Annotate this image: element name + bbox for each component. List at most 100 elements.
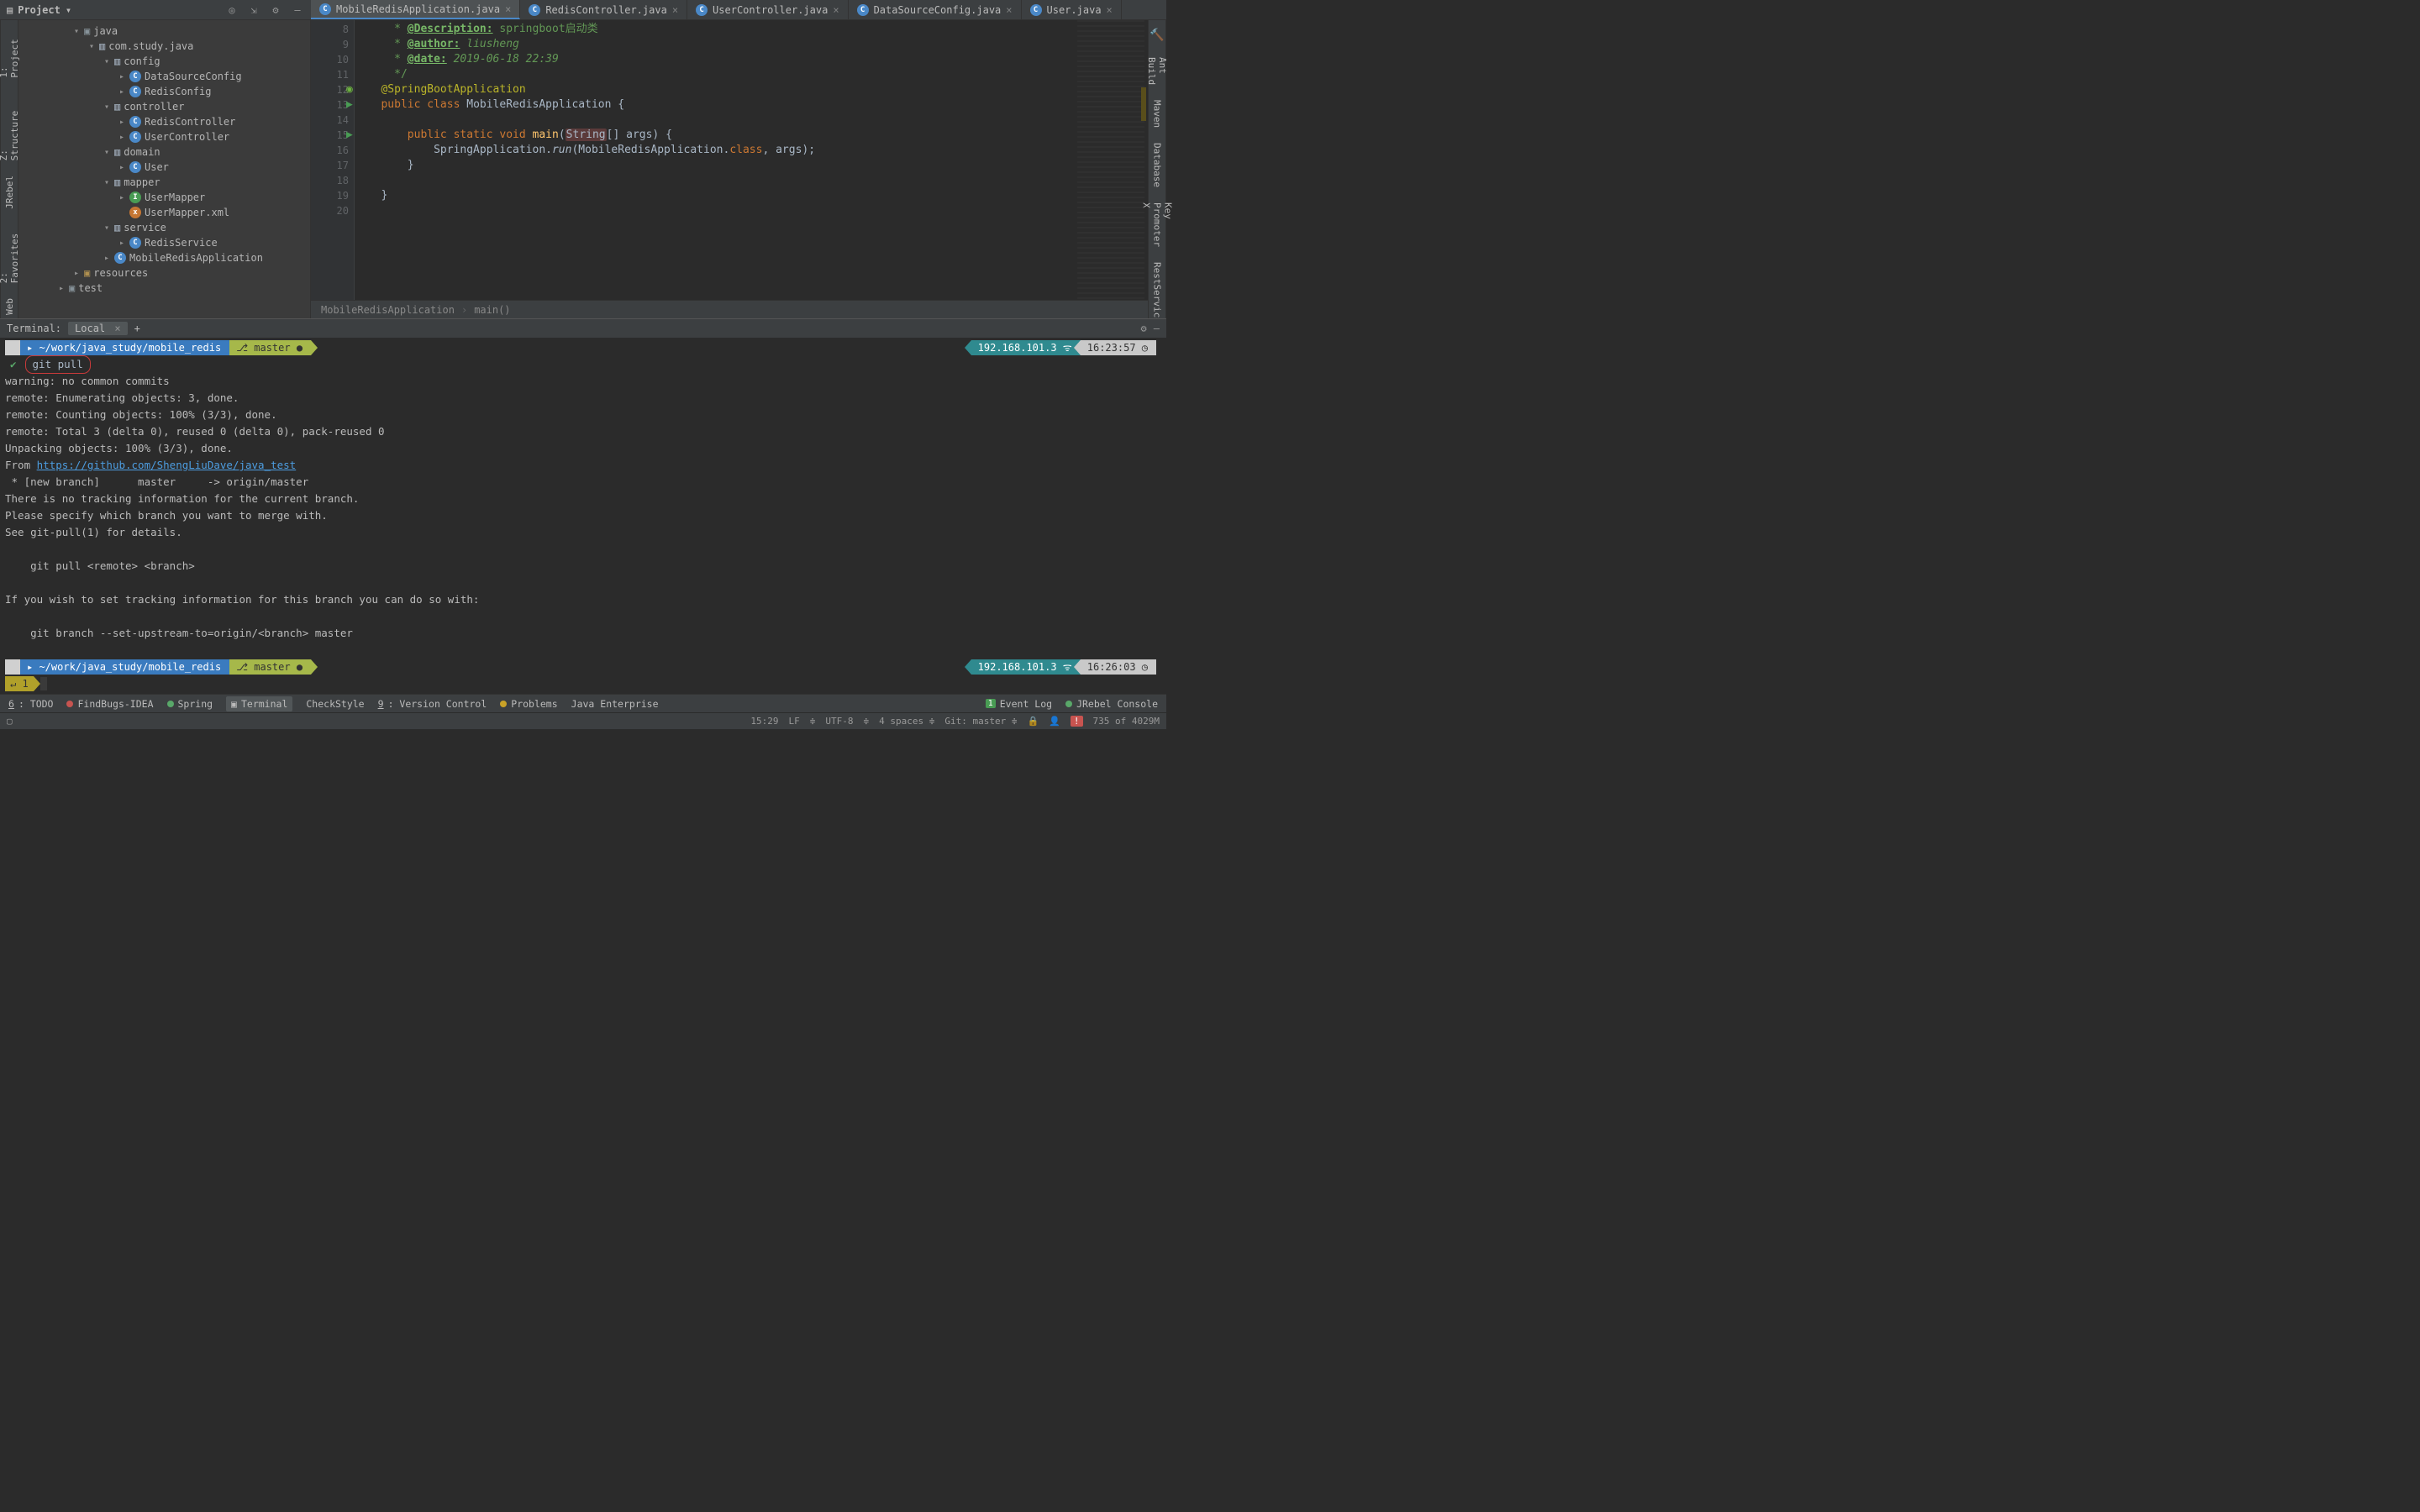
editor-tab[interactable]: CDataSourceConfig.java× xyxy=(849,0,1022,19)
bottom-tool-item[interactable]: 9: Version Control xyxy=(378,698,487,710)
close-icon[interactable]: × xyxy=(505,3,511,15)
tree-arrow-icon[interactable]: ▾ xyxy=(87,42,96,51)
status-position[interactable]: 15:29 xyxy=(750,716,778,727)
tree-item[interactable]: xUserMapper.xml xyxy=(18,205,310,220)
editor-tab[interactable]: CRedisController.java× xyxy=(520,0,687,19)
tree-item[interactable]: ▾▣java xyxy=(18,24,310,39)
strip-maven[interactable]: Maven xyxy=(1152,97,1163,131)
add-terminal-button[interactable]: + xyxy=(134,323,140,334)
tree-arrow-icon[interactable]: ▾ xyxy=(103,102,111,112)
tree-arrow-icon[interactable]: ▸ xyxy=(103,254,111,263)
bottom-tool-item[interactable]: 1Event Log xyxy=(986,698,1052,710)
bottom-tool-item[interactable]: CheckStyle xyxy=(306,698,364,710)
tree-item[interactable]: ▸CRedisConfig xyxy=(18,84,310,99)
breadcrumb-class[interactable]: MobileRedisApplication xyxy=(321,304,455,316)
tree-arrow-icon[interactable]: ▾ xyxy=(72,27,81,36)
inspect-icon[interactable]: 👤 xyxy=(1049,716,1060,727)
terminal-tab[interactable]: Local × xyxy=(68,322,128,335)
tree-item[interactable]: ▾▥com.study.java xyxy=(18,39,310,54)
tree-arrow-icon[interactable]: ▾ xyxy=(103,57,111,66)
status-encoding[interactable]: UTF-8 xyxy=(825,716,853,727)
lock-icon[interactable]: 🔒 xyxy=(1027,716,1039,727)
tree-arrow-icon[interactable]: ▾ xyxy=(103,223,111,233)
toolwindow-icon[interactable]: ▢ xyxy=(7,716,13,727)
hammer-icon[interactable]: 🔨 xyxy=(1150,29,1164,42)
status-git[interactable]: Git: master ≑ xyxy=(944,716,1017,727)
strip-jrebel[interactable]: JRebel xyxy=(4,172,15,213)
tree-arrow-icon[interactable]: ▸ xyxy=(118,72,126,81)
tree-arrow-icon[interactable]: ▸ xyxy=(57,284,66,293)
strip-project[interactable]: 1: Project xyxy=(0,25,20,81)
status-lf[interactable]: LF xyxy=(789,716,800,727)
tree-item[interactable]: ▸CDataSourceConfig xyxy=(18,69,310,84)
tree-item[interactable]: ▸▣resources xyxy=(18,265,310,281)
tree-arrow-icon[interactable]: ▸ xyxy=(118,133,126,142)
error-badge-icon[interactable]: ! xyxy=(1071,716,1083,727)
strip-favorites[interactable]: 2: Favorites xyxy=(0,221,20,286)
tree-arrow-icon[interactable]: ▾ xyxy=(103,148,111,157)
tree-item[interactable]: ▾▥controller xyxy=(18,99,310,114)
bottom-tool-item[interactable]: Spring xyxy=(167,698,213,710)
hide-icon[interactable]: — xyxy=(1154,323,1160,334)
editor-tab[interactable]: CUserController.java× xyxy=(687,0,849,19)
strip-database[interactable]: Database xyxy=(1152,139,1163,191)
bottom-tool-item[interactable]: JRebel Console xyxy=(1065,698,1158,710)
project-tool-header[interactable]: ▤ Project ▾ ◎ ⇲ ⚙ — xyxy=(0,3,311,17)
tree-arrow-icon[interactable]: ▾ xyxy=(103,178,111,187)
strip-ant[interactable]: Ant Build xyxy=(1146,54,1168,88)
breadcrumb[interactable]: MobileRedisApplication › main() xyxy=(311,300,1148,318)
run-gutter-icon[interactable]: ▶ xyxy=(346,97,353,113)
status-indent[interactable]: 4 spaces ≑ xyxy=(879,716,934,727)
chevron-down-icon[interactable]: ▾ xyxy=(66,4,71,16)
target-icon[interactable]: ◎ xyxy=(225,3,239,17)
class-icon: C xyxy=(129,71,141,82)
tree-item[interactable]: ▾▥domain xyxy=(18,144,310,160)
gear-icon[interactable]: ⚙ xyxy=(269,3,282,17)
tree-arrow-icon[interactable]: ▸ xyxy=(72,269,81,278)
tree-arrow-icon[interactable]: ▸ xyxy=(118,163,126,172)
tree-item[interactable]: ▾▥config xyxy=(18,54,310,69)
minimap[interactable] xyxy=(1072,20,1148,300)
tree-arrow-icon[interactable]: ▸ xyxy=(118,239,126,248)
tree-item[interactable]: ▸CRedisController xyxy=(18,114,310,129)
tree-item[interactable]: ▸CUserController xyxy=(18,129,310,144)
tree-item[interactable]: ▸CRedisService xyxy=(18,235,310,250)
tree-arrow-icon[interactable]: ▸ xyxy=(118,87,126,97)
editor-tab[interactable]: CMobileRedisApplication.java× xyxy=(311,0,520,19)
terminal-body[interactable]: ▸ ~/work/java_study/mobile_redis ⎇ maste… xyxy=(0,338,1166,694)
tree-item[interactable]: ▸CUser xyxy=(18,160,310,175)
terminal-output-line: git branch --set-upstream-to=origin/<bra… xyxy=(5,625,1161,642)
run-gutter-icon[interactable]: ▶ xyxy=(346,128,353,143)
terminal-link[interactable]: https://github.com/ShengLiuDave/java_tes… xyxy=(37,459,297,471)
status-memory[interactable]: 735 of 4029M xyxy=(1093,716,1160,727)
close-icon[interactable]: × xyxy=(114,323,120,334)
gutter[interactable]: 891011121314151617181920 xyxy=(311,20,355,300)
bottom-tool-item[interactable]: 6: TODO xyxy=(8,698,53,710)
spring-gutter-icon[interactable]: ◉ xyxy=(346,82,353,97)
tree-item[interactable]: ▾▥service xyxy=(18,220,310,235)
project-tree[interactable]: ▾▣java▾▥com.study.java▾▥config▸CDataSour… xyxy=(18,20,311,318)
strip-web[interactable]: Web xyxy=(4,295,15,318)
collapse-icon[interactable]: ⇲ xyxy=(247,3,260,17)
bottom-tool-item[interactable]: FindBugs-IDEA xyxy=(66,698,153,710)
bottom-tool-item[interactable]: Java Enterprise xyxy=(571,698,659,710)
hide-icon[interactable]: — xyxy=(291,3,304,17)
bottom-tool-item[interactable]: Problems xyxy=(500,698,557,710)
gear-icon[interactable]: ⚙ xyxy=(1141,323,1147,334)
tree-item[interactable]: ▸IUserMapper xyxy=(18,190,310,205)
bottom-tool-item[interactable]: ▣Terminal xyxy=(226,696,292,711)
tree-item[interactable]: ▾▥mapper xyxy=(18,175,310,190)
strip-structure[interactable]: Z: Structure xyxy=(0,98,20,164)
tree-item[interactable]: ▸▣test xyxy=(18,281,310,296)
tree-item[interactable]: ▸CMobileRedisApplication xyxy=(18,250,310,265)
close-icon[interactable]: × xyxy=(1107,4,1113,16)
tree-arrow-icon[interactable]: ▸ xyxy=(118,193,126,202)
close-icon[interactable]: × xyxy=(1006,4,1012,16)
tree-arrow-icon[interactable]: ▸ xyxy=(118,118,126,127)
terminal-command: git pull xyxy=(25,355,91,374)
close-icon[interactable]: × xyxy=(672,4,678,16)
close-icon[interactable]: × xyxy=(833,4,839,16)
code-editor[interactable]: * @Description: springboot启动类 * @author:… xyxy=(355,20,1148,300)
editor-tab[interactable]: CUser.java× xyxy=(1022,0,1122,19)
breadcrumb-method[interactable]: main() xyxy=(474,304,510,316)
